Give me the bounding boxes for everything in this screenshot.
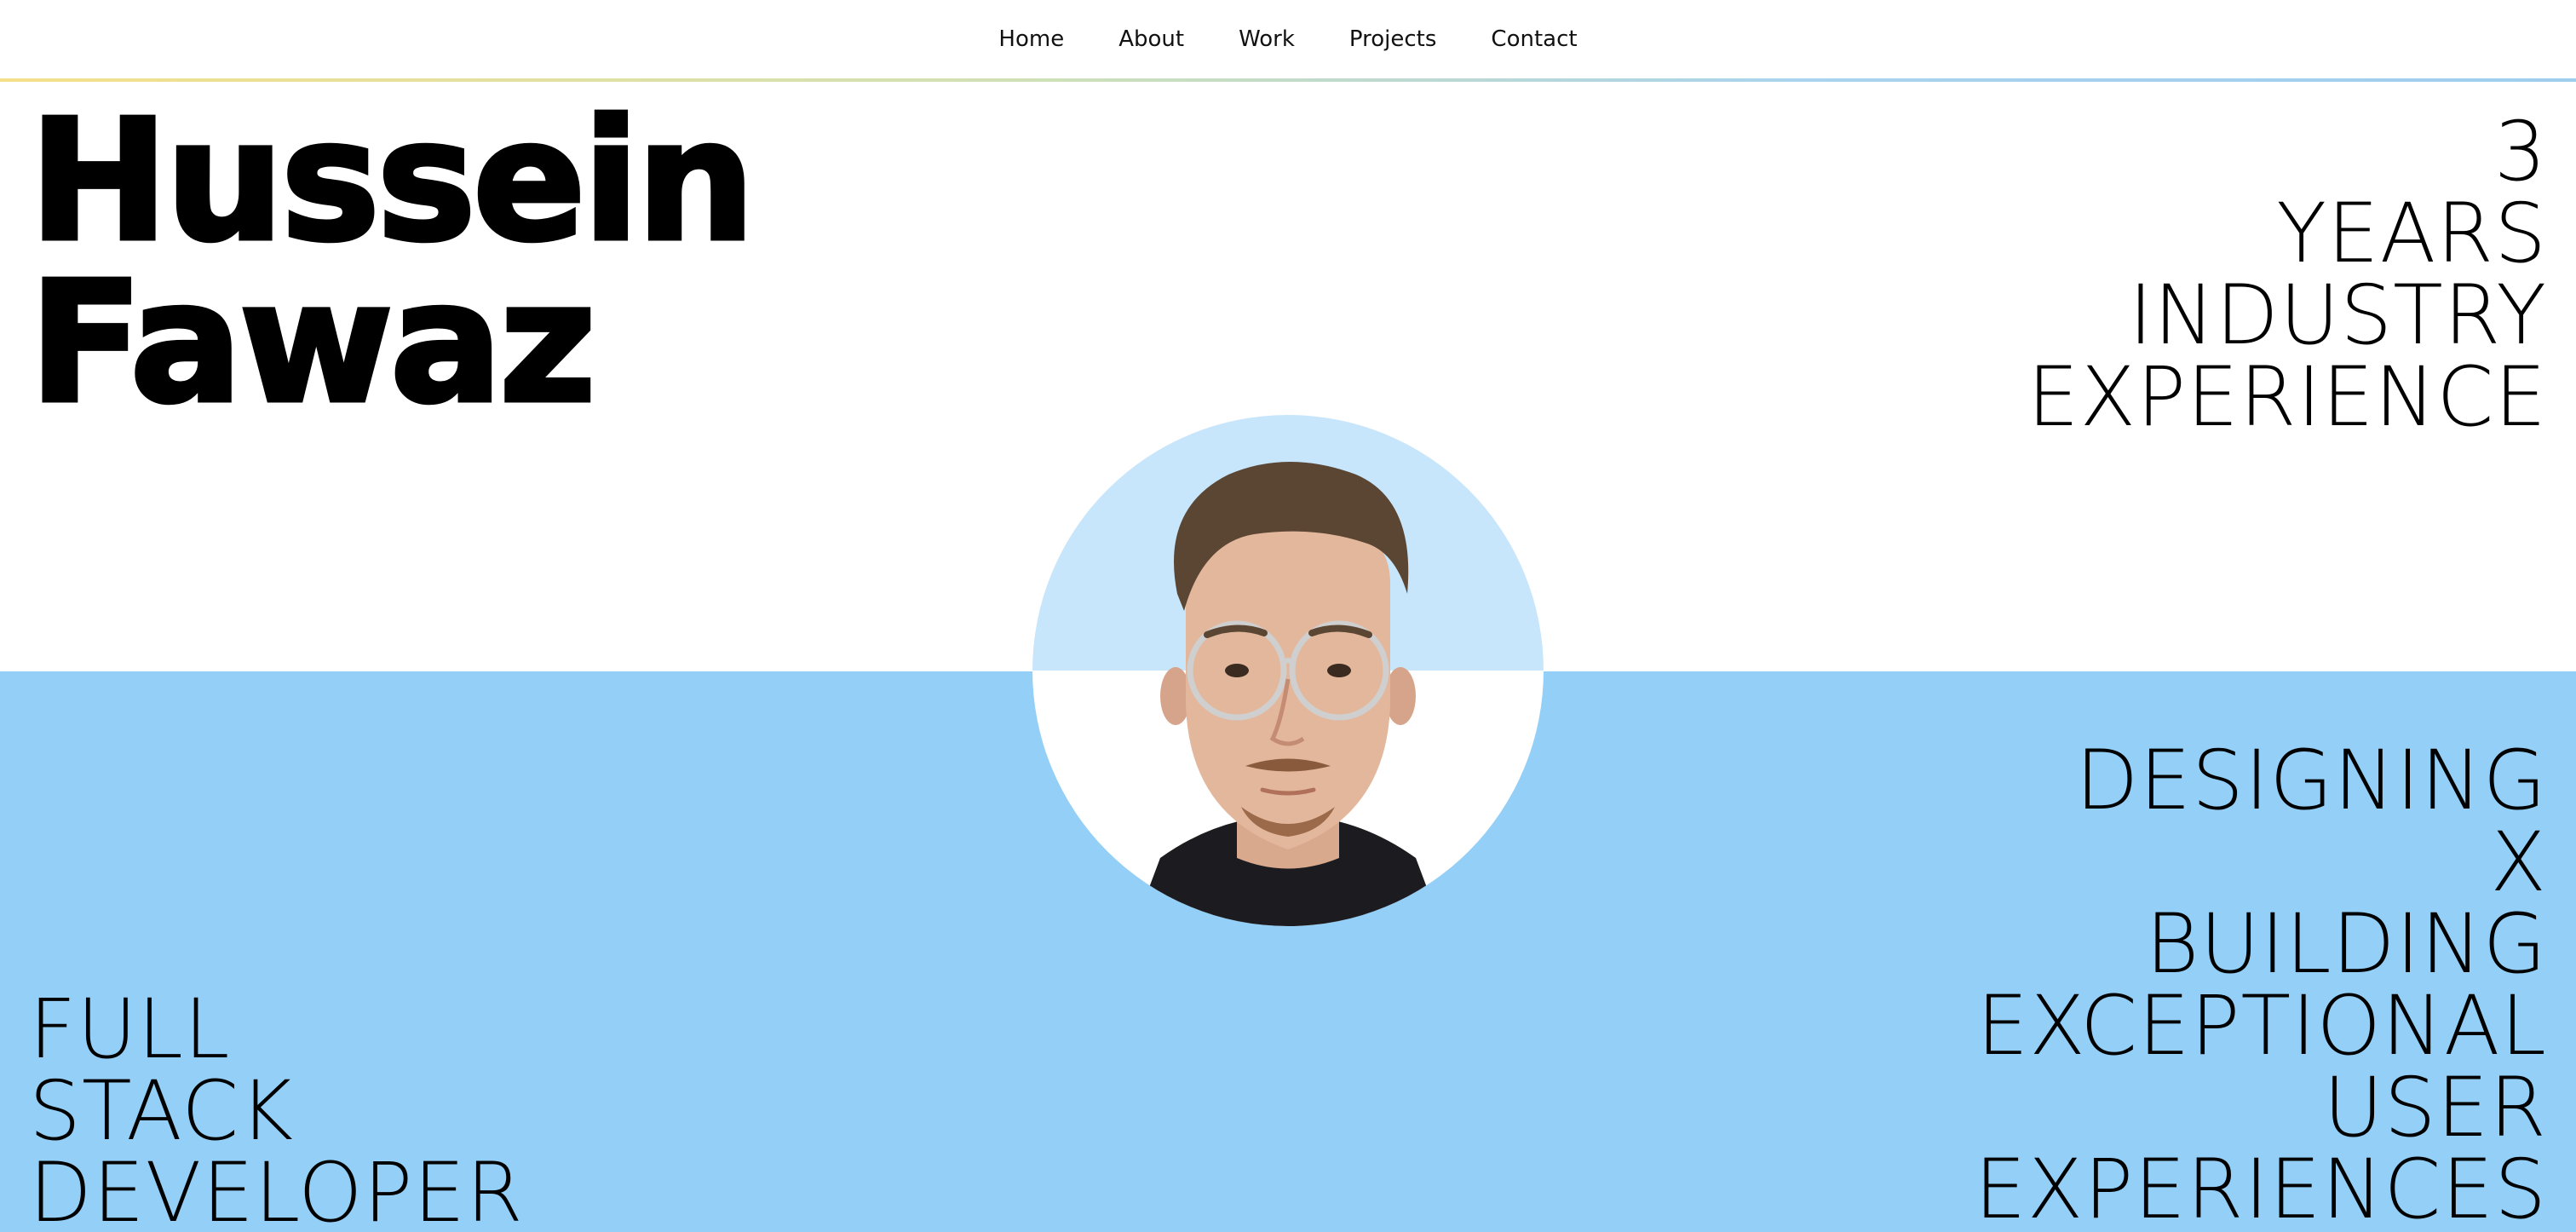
avatar [1032, 415, 1544, 926]
hero-name-first: Hussein [27, 84, 758, 279]
tagline-statement: DESIGNING X BUILDING EXCEPTIONAL USER EX… [1975, 740, 2547, 1230]
tagline-line: USER [2323, 1060, 2547, 1155]
nav-gradient-divider [0, 78, 2576, 82]
tagline-line: X [2490, 815, 2547, 910]
nav-home-link[interactable]: Home [971, 20, 1091, 58]
top-nav: Home About Work Projects Contact [0, 0, 2576, 78]
portfolio-page: Home About Work Projects Contact Hussein… [0, 0, 2576, 1232]
experience-years-number: 3 [2493, 104, 2547, 199]
tagline-line: DESIGNING [2075, 733, 2547, 828]
tagline-line: BUILDING [2145, 896, 2547, 992]
experience-statement: 3 YEARS INDUSTRY EXPERIENCE [2027, 111, 2547, 438]
hero-name: Hussein Fawaz [27, 84, 758, 440]
role-statement: FULL STACK DEVELOPER [29, 988, 524, 1232]
experience-line: INDUSTRY [2128, 268, 2547, 363]
nav-about-link[interactable]: About [1091, 20, 1211, 58]
experience-line: EXPERIENCE [2027, 349, 2547, 445]
role-line: DEVELOPER [29, 1145, 524, 1232]
nav-work-link[interactable]: Work [1211, 20, 1322, 58]
tagline-line: EXPERIENCES [1974, 1142, 2547, 1232]
role-line: FULL [29, 982, 231, 1077]
experience-line: YEARS [2276, 186, 2547, 281]
nav-projects-link[interactable]: Projects [1322, 20, 1464, 58]
tagline-line: EXCEPTIONAL [1976, 978, 2547, 1074]
nav-contact-link[interactable]: Contact [1463, 20, 1604, 58]
role-line: STACK [29, 1063, 295, 1159]
profile-photo-icon [1135, 462, 1441, 926]
hero-name-last: Fawaz [27, 246, 599, 440]
